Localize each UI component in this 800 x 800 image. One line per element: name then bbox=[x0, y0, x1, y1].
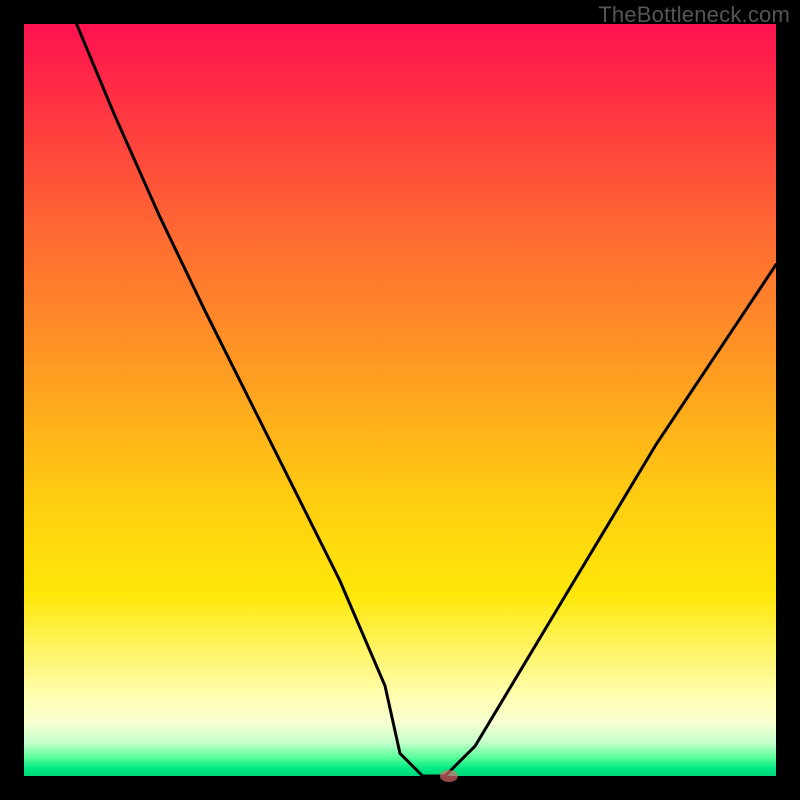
bottleneck-curve bbox=[77, 24, 776, 776]
chart-container: TheBottleneck.com bbox=[0, 0, 800, 800]
curve-layer bbox=[24, 24, 776, 776]
watermark-text: TheBottleneck.com bbox=[598, 2, 790, 28]
optimal-point-marker bbox=[440, 770, 458, 782]
plot-area bbox=[24, 24, 776, 776]
